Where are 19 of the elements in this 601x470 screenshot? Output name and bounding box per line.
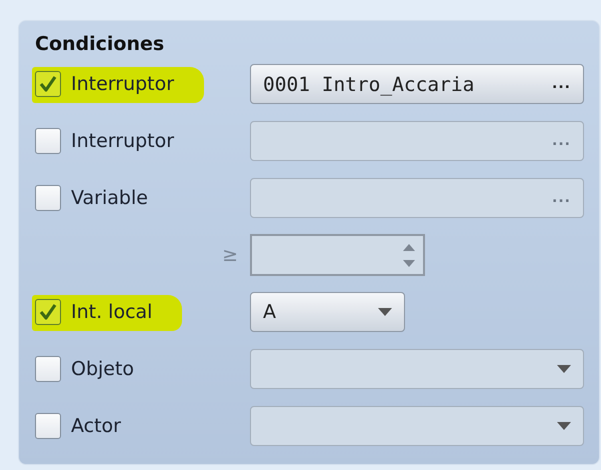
comparison-symbol: ≥: [222, 244, 238, 266]
checkbox[interactable]: [35, 413, 61, 439]
checkbox[interactable]: [35, 299, 61, 325]
condition-label: Variable: [71, 187, 148, 209]
condition-label: Objeto: [71, 358, 134, 380]
dropdown-arrow-icon: [378, 308, 392, 316]
dropdown[interactable]: A: [250, 292, 405, 332]
checkbox[interactable]: [35, 356, 61, 382]
checkbox[interactable]: [35, 128, 61, 154]
condition-label: Int. local: [71, 301, 152, 323]
checkbox[interactable]: [35, 185, 61, 211]
section-title: Condiciones: [35, 33, 166, 55]
condition-label: Interruptor: [71, 130, 174, 152]
picker-button[interactable]: 0001 Intro_Accaria ...: [250, 64, 584, 104]
dropdown-arrow-icon: [557, 422, 571, 430]
condition-label: Actor: [71, 415, 121, 437]
checkbox[interactable]: [35, 71, 61, 97]
condition-label: Interruptor: [71, 73, 174, 95]
dropdown-arrow-icon: [557, 365, 571, 373]
